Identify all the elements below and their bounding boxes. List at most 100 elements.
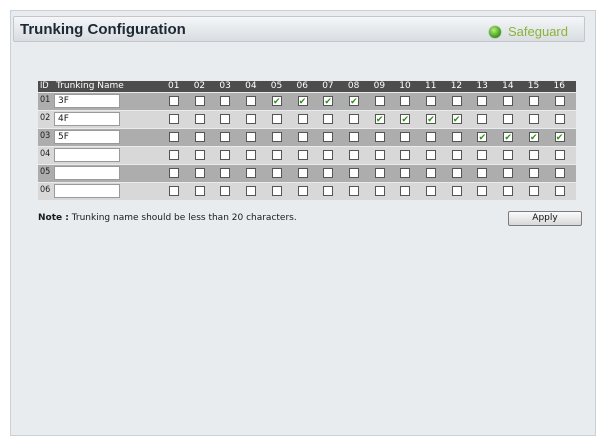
port-checkbox[interactable] [528,186,539,196]
port-checkbox[interactable]: ✔ [503,132,514,142]
port-checkbox[interactable]: ✔ [477,132,488,142]
port-checkbox[interactable] [271,168,282,178]
port-checkbox[interactable] [400,186,411,196]
port-checkbox[interactable] [246,132,257,142]
port-checkbox[interactable] [194,132,205,142]
port-checkbox[interactable] [426,168,436,178]
port-checkbox[interactable]: ✔ [528,132,539,142]
port-checkbox[interactable] [194,168,205,178]
port-checkbox[interactable] [194,114,205,124]
safeguard-indicator[interactable]: Safeguard [489,24,568,39]
port-checkbox[interactable] [400,132,411,142]
trunking-name-input[interactable] [54,166,120,180]
port-checkbox[interactable] [400,150,411,160]
port-checkbox[interactable] [528,96,539,106]
port-checkbox[interactable] [323,168,334,178]
port-checkbox[interactable] [554,114,565,124]
port-checkbox[interactable] [194,150,205,160]
port-checkbox[interactable]: ✔ [554,132,565,142]
port-checkbox[interactable] [348,186,359,196]
port-checkbox[interactable] [374,168,385,178]
port-checkbox[interactable] [323,150,334,160]
port-checkbox[interactable]: ✔ [271,96,282,106]
port-checkbox[interactable] [503,168,514,178]
port-checkbox[interactable] [477,150,488,160]
port-checkbox[interactable] [554,168,565,178]
port-checkbox[interactable] [426,132,436,142]
port-checkbox[interactable] [271,132,282,142]
port-checkbox[interactable] [348,168,359,178]
port-checkbox[interactable] [169,168,179,178]
port-checkbox[interactable] [169,114,179,124]
trunking-name-input[interactable]: 3F [54,94,120,108]
port-checkbox[interactable] [374,186,385,196]
port-checkbox[interactable] [477,168,488,178]
port-checkbox[interactable] [323,132,334,142]
port-checkbox[interactable] [426,186,436,196]
port-checkbox[interactable]: ✔ [297,96,308,106]
port-checkbox[interactable] [451,186,462,196]
port-checkbox[interactable] [169,132,179,142]
trunking-name-input[interactable] [54,184,120,198]
port-checkbox[interactable] [246,96,257,106]
port-checkbox[interactable] [554,186,565,196]
port-checkbox[interactable] [400,168,411,178]
port-checkbox[interactable] [477,96,488,106]
port-checkbox[interactable]: ✔ [451,114,462,124]
port-checkbox[interactable] [220,96,231,106]
port-checkbox[interactable] [451,132,462,142]
port-checkbox[interactable] [297,186,308,196]
port-checkbox[interactable] [169,150,179,160]
trunking-name-input[interactable]: 5F [54,130,120,144]
port-checkbox[interactable] [503,114,514,124]
port-checkbox[interactable] [246,114,257,124]
port-checkbox[interactable]: ✔ [348,96,359,106]
port-checkbox[interactable] [271,150,282,160]
port-checkbox[interactable] [323,114,334,124]
port-checkbox[interactable] [374,96,385,106]
port-checkbox[interactable] [554,150,565,160]
port-checkbox[interactable] [400,96,411,106]
port-checkbox[interactable] [348,150,359,160]
port-checkbox[interactable]: ✔ [400,114,411,124]
port-checkbox[interactable] [554,96,565,106]
port-checkbox[interactable] [451,168,462,178]
port-checkbox[interactable] [246,186,257,196]
port-checkbox[interactable] [426,150,436,160]
port-checkbox[interactable] [220,186,231,196]
port-checkbox[interactable] [451,96,462,106]
port-checkbox[interactable] [297,168,308,178]
port-checkbox[interactable]: ✔ [323,96,334,106]
port-checkbox[interactable] [246,168,257,178]
port-checkbox[interactable] [503,96,514,106]
port-checkbox[interactable] [297,114,308,124]
port-checkbox[interactable] [323,186,334,196]
port-checkbox[interactable] [220,168,231,178]
port-checkbox[interactable] [297,150,308,160]
port-checkbox[interactable] [374,150,385,160]
trunking-name-input[interactable] [54,148,120,162]
port-checkbox[interactable] [271,114,282,124]
port-checkbox[interactable] [348,132,359,142]
port-checkbox[interactable] [477,114,488,124]
port-checkbox[interactable] [528,168,539,178]
port-checkbox[interactable] [528,114,539,124]
port-checkbox[interactable] [220,132,231,142]
port-checkbox[interactable] [477,186,488,196]
port-checkbox[interactable] [271,186,282,196]
port-checkbox[interactable] [220,150,231,160]
port-checkbox[interactable] [220,114,231,124]
port-checkbox[interactable]: ✔ [426,114,436,124]
port-checkbox[interactable] [503,150,514,160]
port-checkbox[interactable]: ✔ [374,114,385,124]
apply-button[interactable]: Apply [508,211,582,226]
port-checkbox[interactable] [169,96,179,106]
port-checkbox[interactable] [246,150,257,160]
port-checkbox[interactable] [297,132,308,142]
port-checkbox[interactable] [528,150,539,160]
trunking-name-input[interactable]: 4F [54,112,120,126]
port-checkbox[interactable] [348,114,359,124]
port-checkbox[interactable] [194,96,205,106]
port-checkbox[interactable] [374,132,385,142]
port-checkbox[interactable] [169,186,179,196]
